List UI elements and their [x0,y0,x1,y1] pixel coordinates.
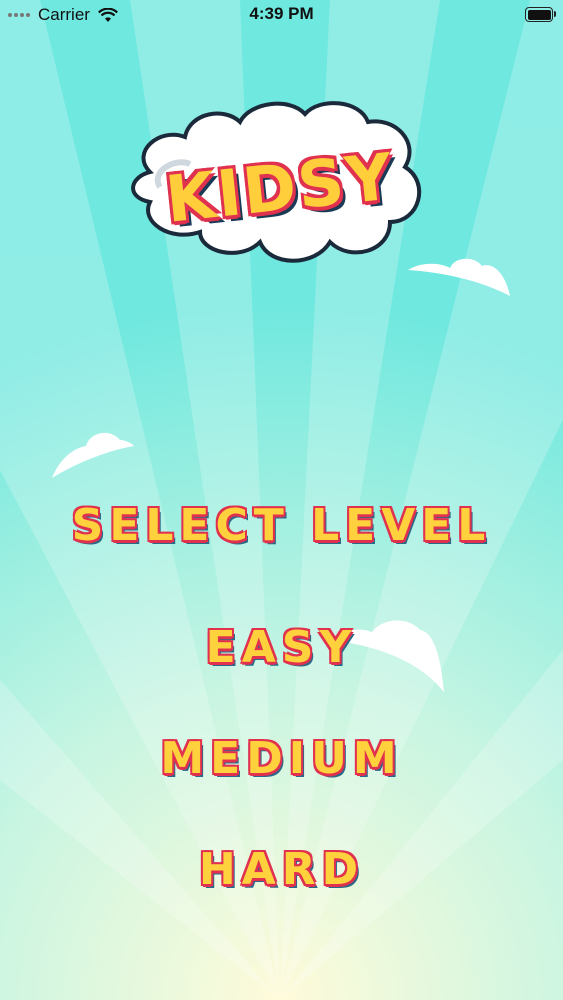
status-bar: Carrier 4:39 PM [0,0,563,30]
easy-button[interactable]: EASY [0,622,563,673]
medium-button[interactable]: MEDIUM [0,733,563,784]
clock: 4:39 PM [249,4,314,23]
select-level-heading: SELECT LEVEL [71,500,492,551]
battery-icon [525,7,556,22]
hard-button[interactable]: HARD [0,844,563,895]
app-logo: KIDSY [120,92,440,272]
